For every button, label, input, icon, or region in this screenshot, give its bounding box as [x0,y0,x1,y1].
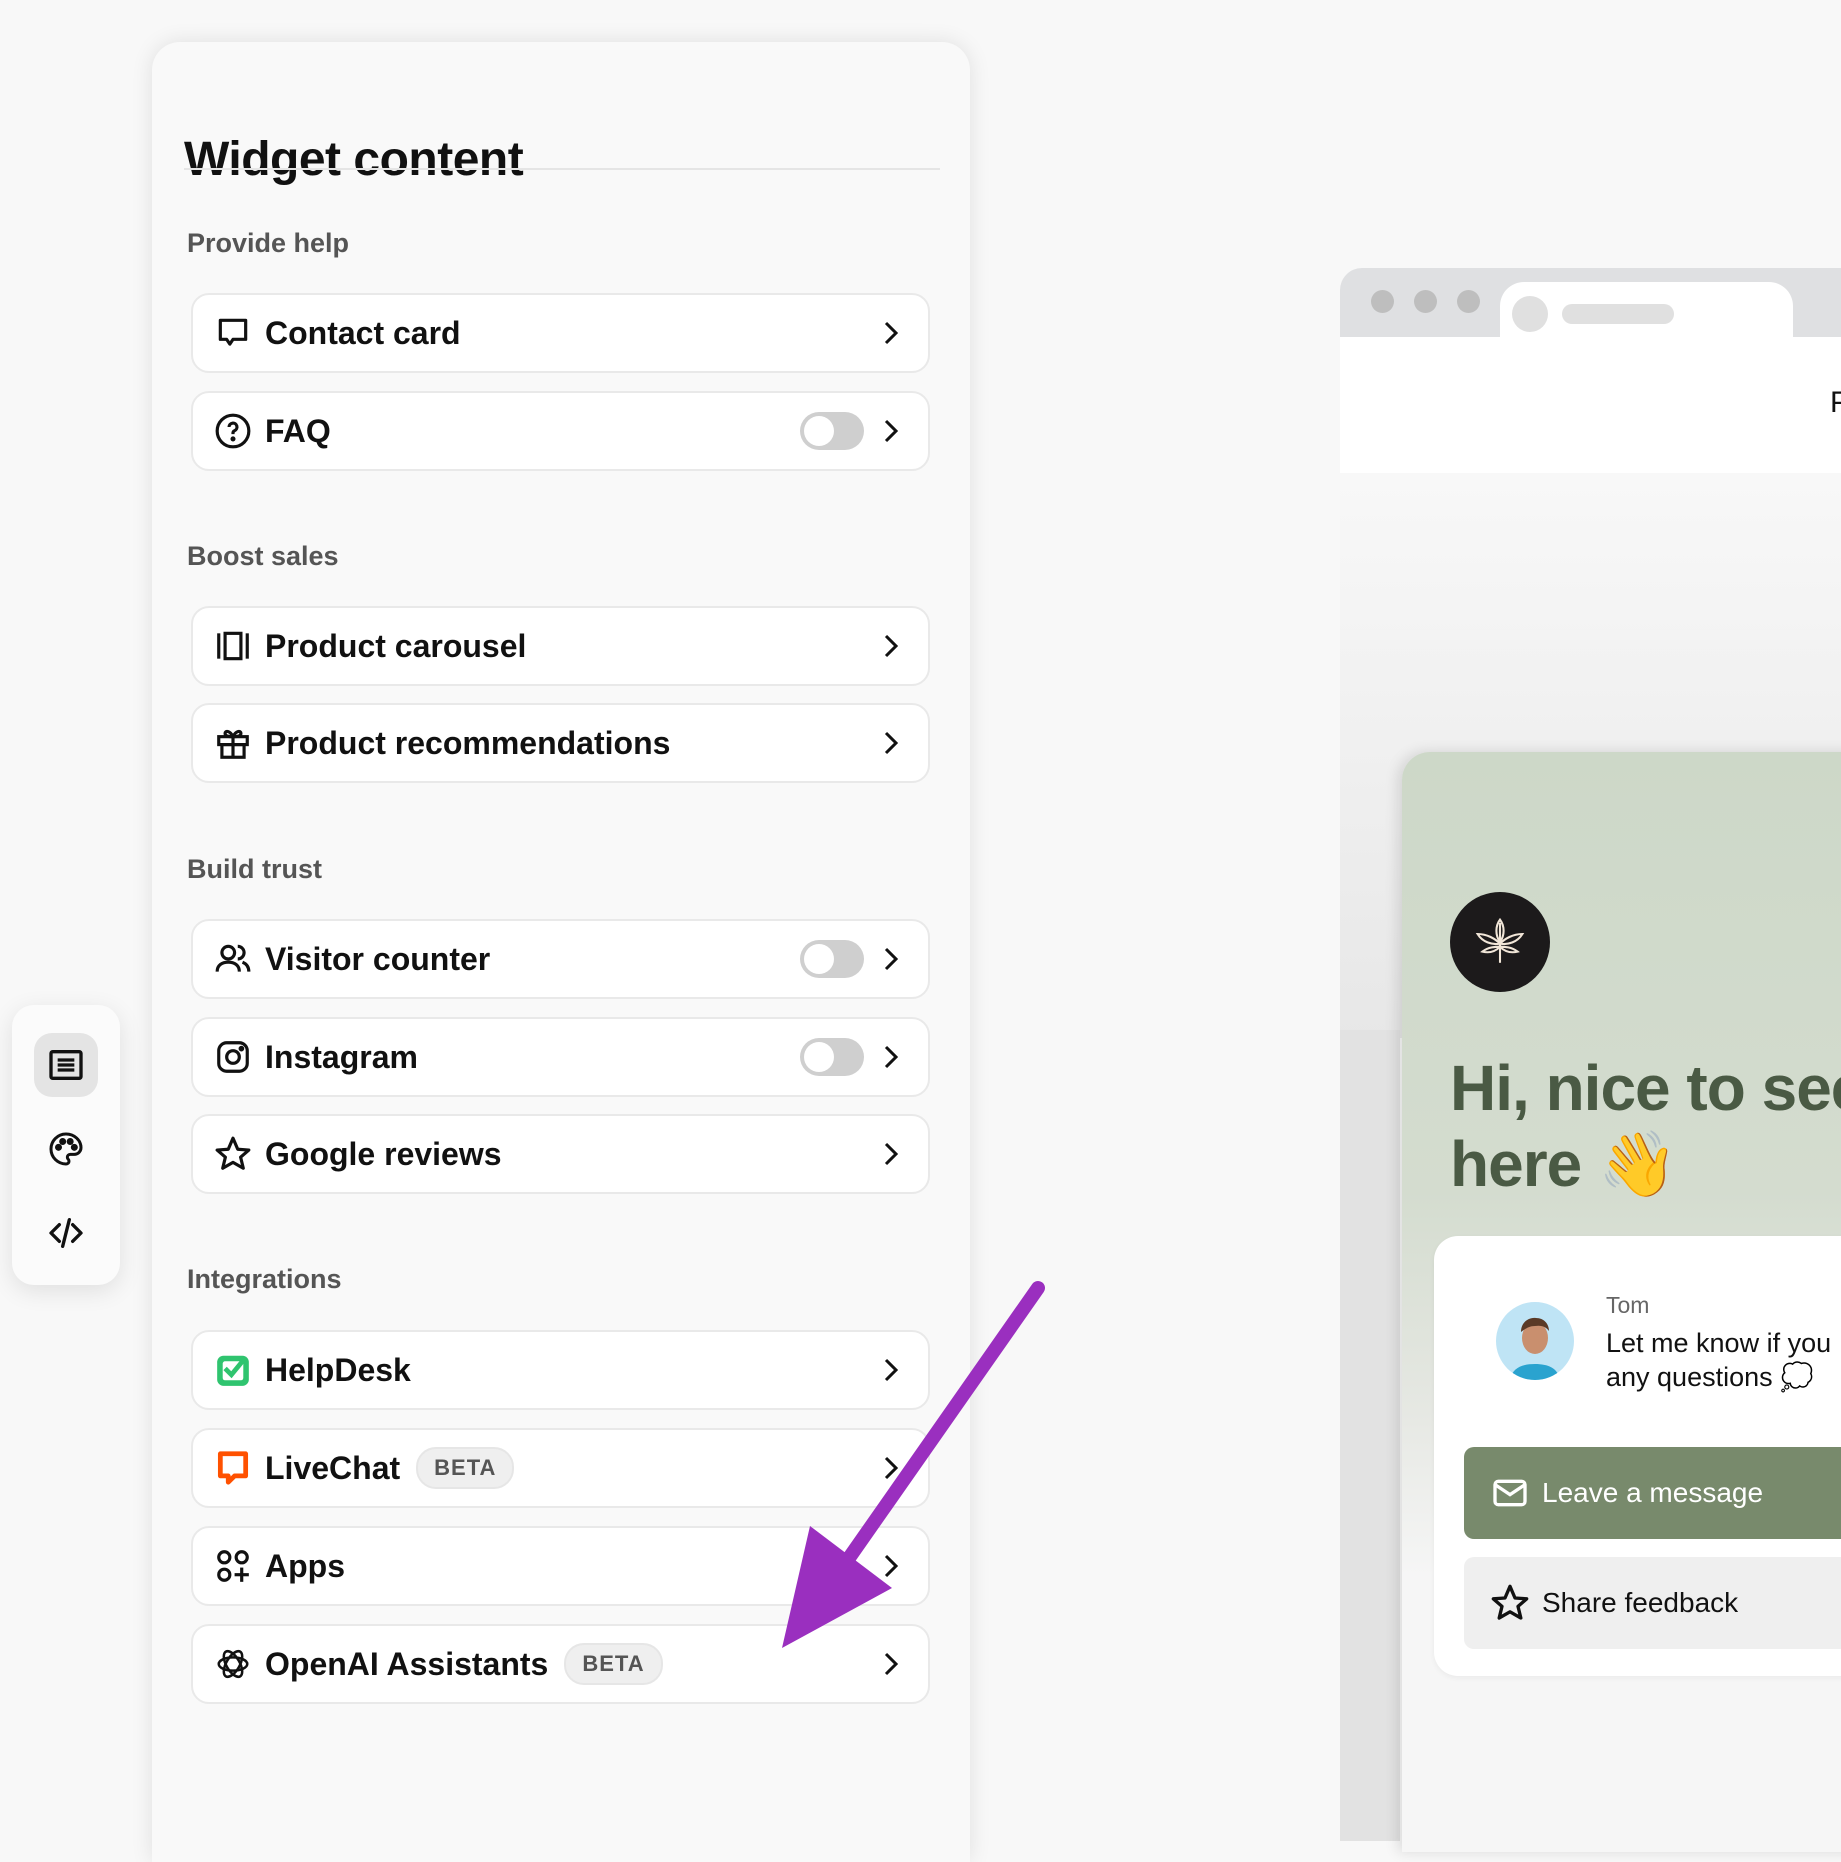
code-icon [49,1218,83,1248]
question-circle-icon [213,411,253,451]
item-apps[interactable]: Apps [191,1526,930,1606]
instagram-icon [213,1037,253,1077]
greeting-line-1: Hi, nice to see [1450,1052,1841,1124]
agent-message: Let me know if you any questions 💭 [1606,1326,1831,1394]
chevron-right-icon [884,1045,899,1069]
instagram-toggle[interactable] [800,1038,864,1076]
appearance-tab-button[interactable] [34,1117,98,1181]
chat-bubble-icon [213,313,253,353]
carousel-icon [213,626,253,666]
chevron-right-icon [884,1142,899,1166]
section-label-build-trust: Build trust [187,854,322,884]
chat-widget-preview: Hi, nice to see here 👋 Tom Let me know i… [1402,752,1841,1852]
brand-logo [1450,892,1550,992]
gift-icon [213,723,253,763]
palette-icon [49,1132,83,1166]
chevron-right-icon [884,947,899,971]
window-dot [1414,290,1437,313]
chevron-right-icon [884,1358,899,1382]
item-label: Google reviews [265,1135,502,1172]
item-label: Instagram [265,1038,418,1075]
chevron-right-icon [884,419,899,443]
chevron-right-icon [884,1652,899,1676]
section-label-integrations: Integrations [187,1264,342,1294]
install-code-tab-button[interactable] [34,1201,98,1265]
share-feedback-label: Share feedback [1542,1587,1739,1618]
window-dot [1457,290,1480,313]
tab-title-placeholder [1562,304,1674,324]
envelope-icon [1493,1479,1527,1507]
content-list-icon [49,1050,83,1080]
openai-icon [213,1644,253,1684]
item-label: Product carousel [265,627,527,664]
leaf-logo-icon [1475,917,1525,963]
window-dot [1371,290,1394,313]
panel-title: Widget content [184,133,524,186]
chevron-right-icon [884,1456,899,1480]
star-icon [213,1134,253,1174]
divider [184,168,940,170]
item-faq[interactable]: FAQ [191,391,930,471]
item-google-reviews[interactable]: Google reviews [191,1114,930,1194]
item-label: Apps [265,1547,345,1584]
star-icon [1491,1584,1529,1620]
chevron-right-icon [884,1554,899,1578]
widget-content-panel: Widget content Provide help Contact card… [152,42,970,1862]
users-icon [213,939,253,979]
item-label: FAQ [265,412,331,449]
chevron-right-icon [884,634,899,658]
agent-message-line-2: any questions 💭 [1606,1362,1814,1392]
item-product-carousel[interactable]: Product carousel [191,606,930,686]
beta-badge: BETA [416,1447,515,1489]
item-label: LiveChat [265,1449,401,1486]
item-helpdesk[interactable]: HelpDesk [191,1330,930,1410]
item-label: OpenAI Assistants [265,1645,549,1682]
item-label: Product recommendations [265,724,671,761]
item-product-recommendations[interactable]: Product recommendations [191,703,930,783]
content-tab-button[interactable] [34,1033,98,1097]
item-contact-card[interactable]: Contact card [191,293,930,373]
beta-badge: BETA [564,1643,663,1685]
apps-icon [213,1546,253,1586]
visitor-counter-toggle[interactable] [800,940,864,978]
item-label: HelpDesk [265,1351,411,1388]
section-label-boost-sales: Boost sales [187,541,339,571]
agent-message-line-1: Let me know if you [1606,1328,1832,1358]
agent-avatar [1496,1302,1574,1380]
greeting-line-2: here 👋 [1450,1128,1678,1200]
browser-page-text: P [1830,386,1841,419]
livechat-icon [213,1448,253,1488]
chevron-right-icon [884,321,899,345]
agent-name: Tom [1606,1292,1650,1318]
greeting-heading: Hi, nice to see here 👋 [1450,1050,1841,1202]
preview-backdrop [1340,1030,1400,1841]
leave-message-label: Leave a message [1542,1477,1764,1508]
faq-toggle[interactable] [800,412,864,450]
browser-tab [1500,282,1793,342]
chat-card: Tom Let me know if you any questions 💭 L… [1434,1236,1841,1676]
leave-message-button[interactable]: Leave a message [1464,1447,1841,1539]
item-instagram[interactable]: Instagram [191,1017,930,1097]
browser-tab-bar [1340,268,1841,342]
item-visitor-counter[interactable]: Visitor counter [191,919,930,999]
icon-rail [12,1005,120,1285]
chevron-right-icon [884,731,899,755]
item-livechat[interactable]: LiveChat BETA [191,1428,930,1508]
share-feedback-button[interactable]: Share feedback [1464,1557,1841,1649]
item-openai-assistants[interactable]: OpenAI Assistants BETA [191,1624,930,1704]
item-label: Visitor counter [265,940,491,977]
section-label-provide-help: Provide help [187,228,350,258]
helpdesk-icon [213,1350,253,1390]
tab-favicon-placeholder [1512,296,1548,332]
item-label: Contact card [265,314,461,351]
